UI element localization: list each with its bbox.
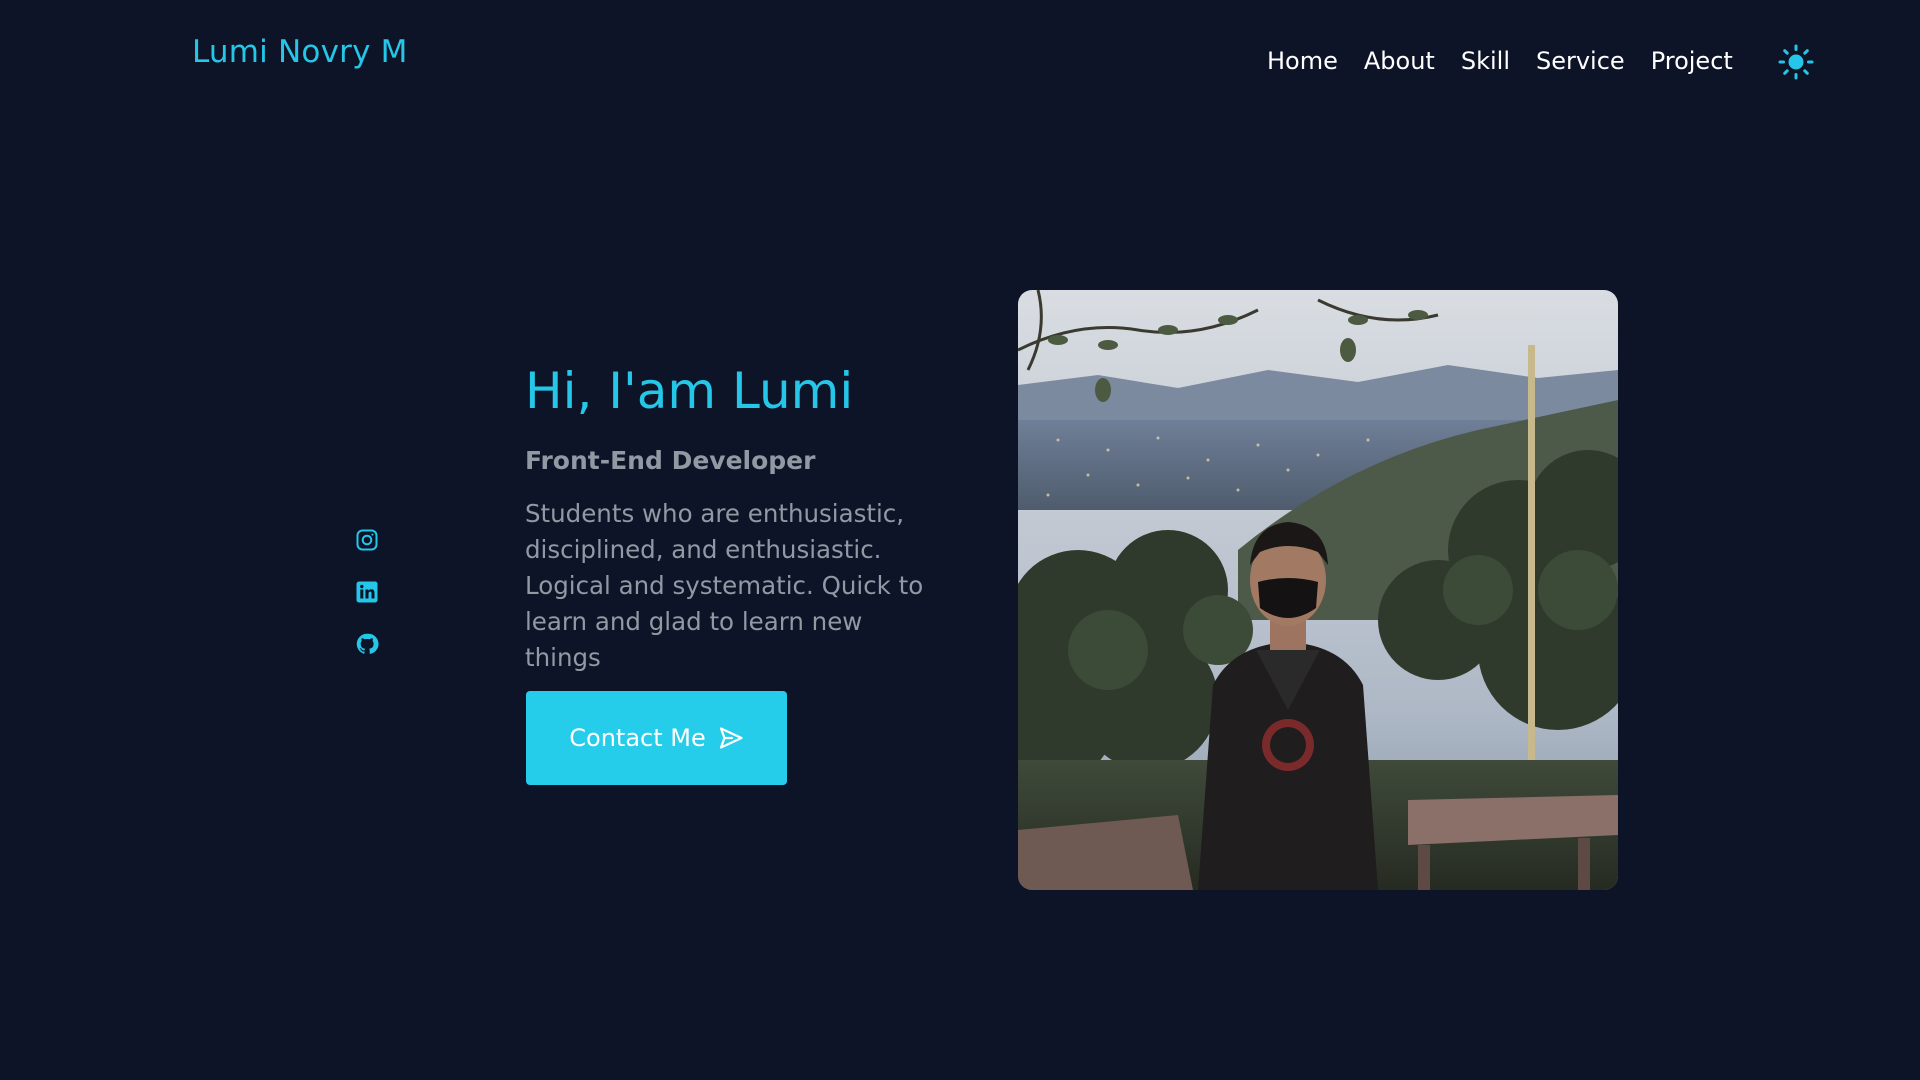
nav-link-project[interactable]: Project [1651, 44, 1733, 78]
main-nav: Home About Skill Service Project [1267, 44, 1733, 78]
hero-description: Students who are enthusiastic, disciplin… [525, 499, 924, 672]
contact-me-button[interactable]: Contact Me [526, 691, 787, 785]
contact-button-label: Contact Me [569, 724, 706, 752]
instagram-icon [356, 529, 378, 551]
linkedin-link[interactable] [355, 580, 379, 604]
hero-subtitle: Front-End Developer [525, 446, 816, 475]
page: Lumi Novry M Home About Skill Service Pr… [0, 0, 1920, 1080]
github-link[interactable] [355, 632, 379, 656]
theme-toggle-button[interactable] [1776, 42, 1816, 82]
profile-photo [1018, 290, 1618, 890]
nav-link-skill[interactable]: Skill [1461, 44, 1510, 78]
sun-icon [1778, 44, 1814, 80]
hero-title: Hi, I'am Lumi [525, 362, 854, 420]
linkedin-icon [356, 581, 378, 603]
github-icon [356, 633, 379, 654]
send-icon [719, 727, 743, 749]
nav-link-service[interactable]: Service [1536, 44, 1625, 78]
instagram-link[interactable] [355, 528, 379, 552]
nav-link-about[interactable]: About [1364, 44, 1435, 78]
site-logo[interactable]: Lumi Novry M [192, 34, 408, 70]
nav-link-home[interactable]: Home [1267, 44, 1338, 78]
social-links [355, 528, 379, 656]
